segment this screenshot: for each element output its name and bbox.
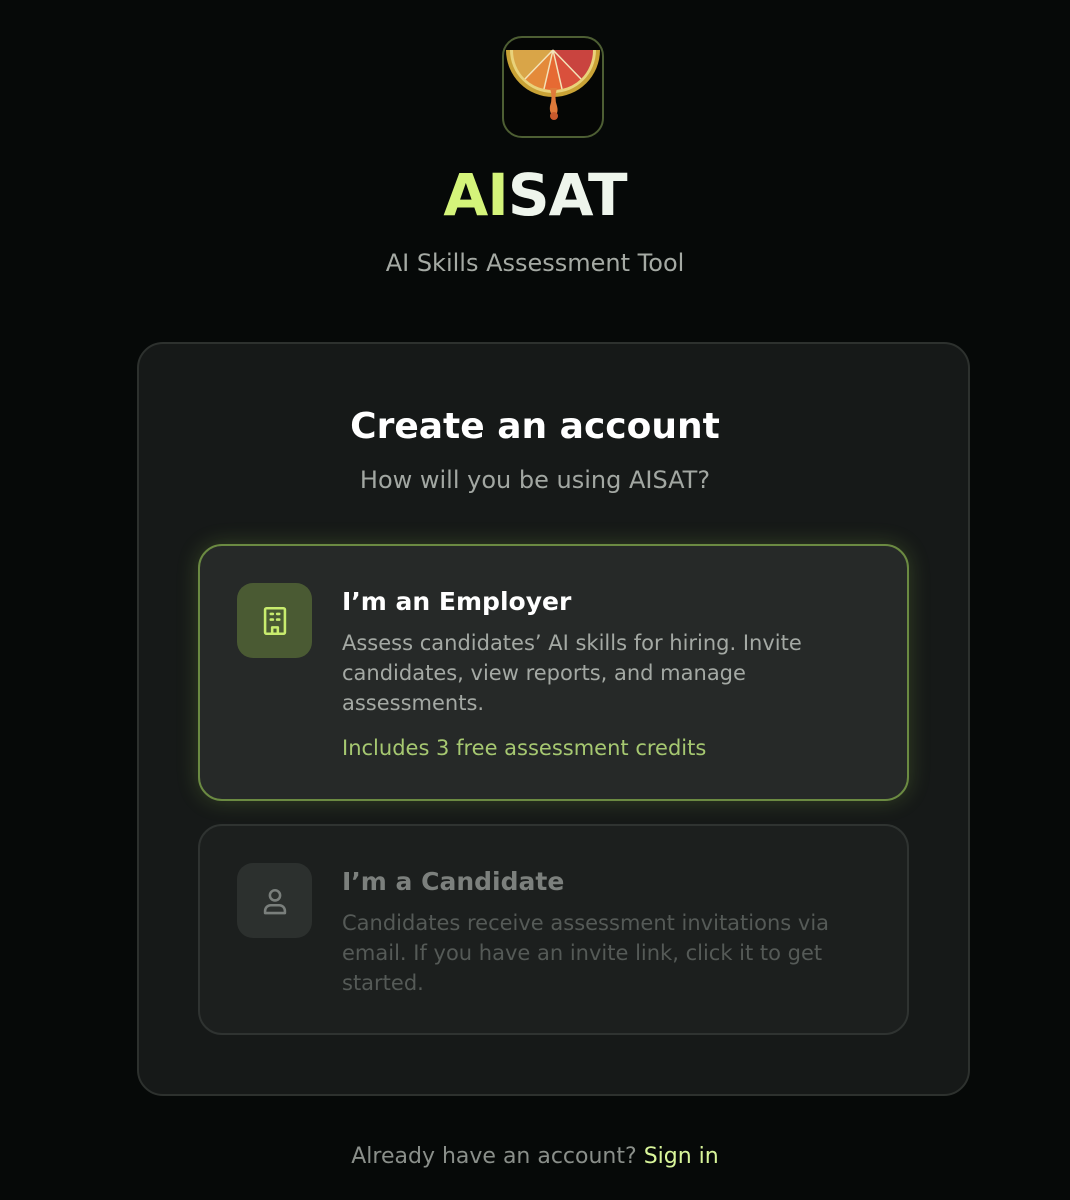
brand-rest: SAT [507, 161, 628, 229]
brand-tagline: AI Skills Assessment Tool [385, 249, 685, 277]
sign-in-link[interactable]: Sign in [644, 1144, 719, 1169]
brand-accent: AI [443, 161, 508, 229]
employer-option-title: I’m an Employer [342, 587, 572, 616]
brand-wordmark: AISAT [0, 160, 1070, 230]
citrus-slice-icon [506, 49, 600, 120]
page-title: Create an account [350, 406, 720, 447]
candidate-option[interactable]: I’m a Candidate Candidates receive asses… [198, 824, 909, 1035]
building-icon [237, 583, 312, 658]
signin-prompt-text: Already have an account? [351, 1144, 637, 1169]
page-subtitle: How will you be using AISAT? [359, 466, 711, 494]
employer-credits-note: Includes 3 free assessment credits [342, 736, 707, 760]
employer-option-description: Assess candidates’ AI skills for hiring.… [342, 631, 802, 715]
candidate-option-description: Candidates receive assessment invitation… [342, 911, 830, 995]
employer-option[interactable]: I’m an Employer Assess candidates’ AI sk… [198, 544, 909, 801]
app-logo [502, 36, 604, 138]
signin-prompt: Already have an account? Sign in [0, 1142, 1070, 1172]
candidate-option-title: I’m a Candidate [342, 867, 565, 896]
user-icon [237, 863, 312, 938]
